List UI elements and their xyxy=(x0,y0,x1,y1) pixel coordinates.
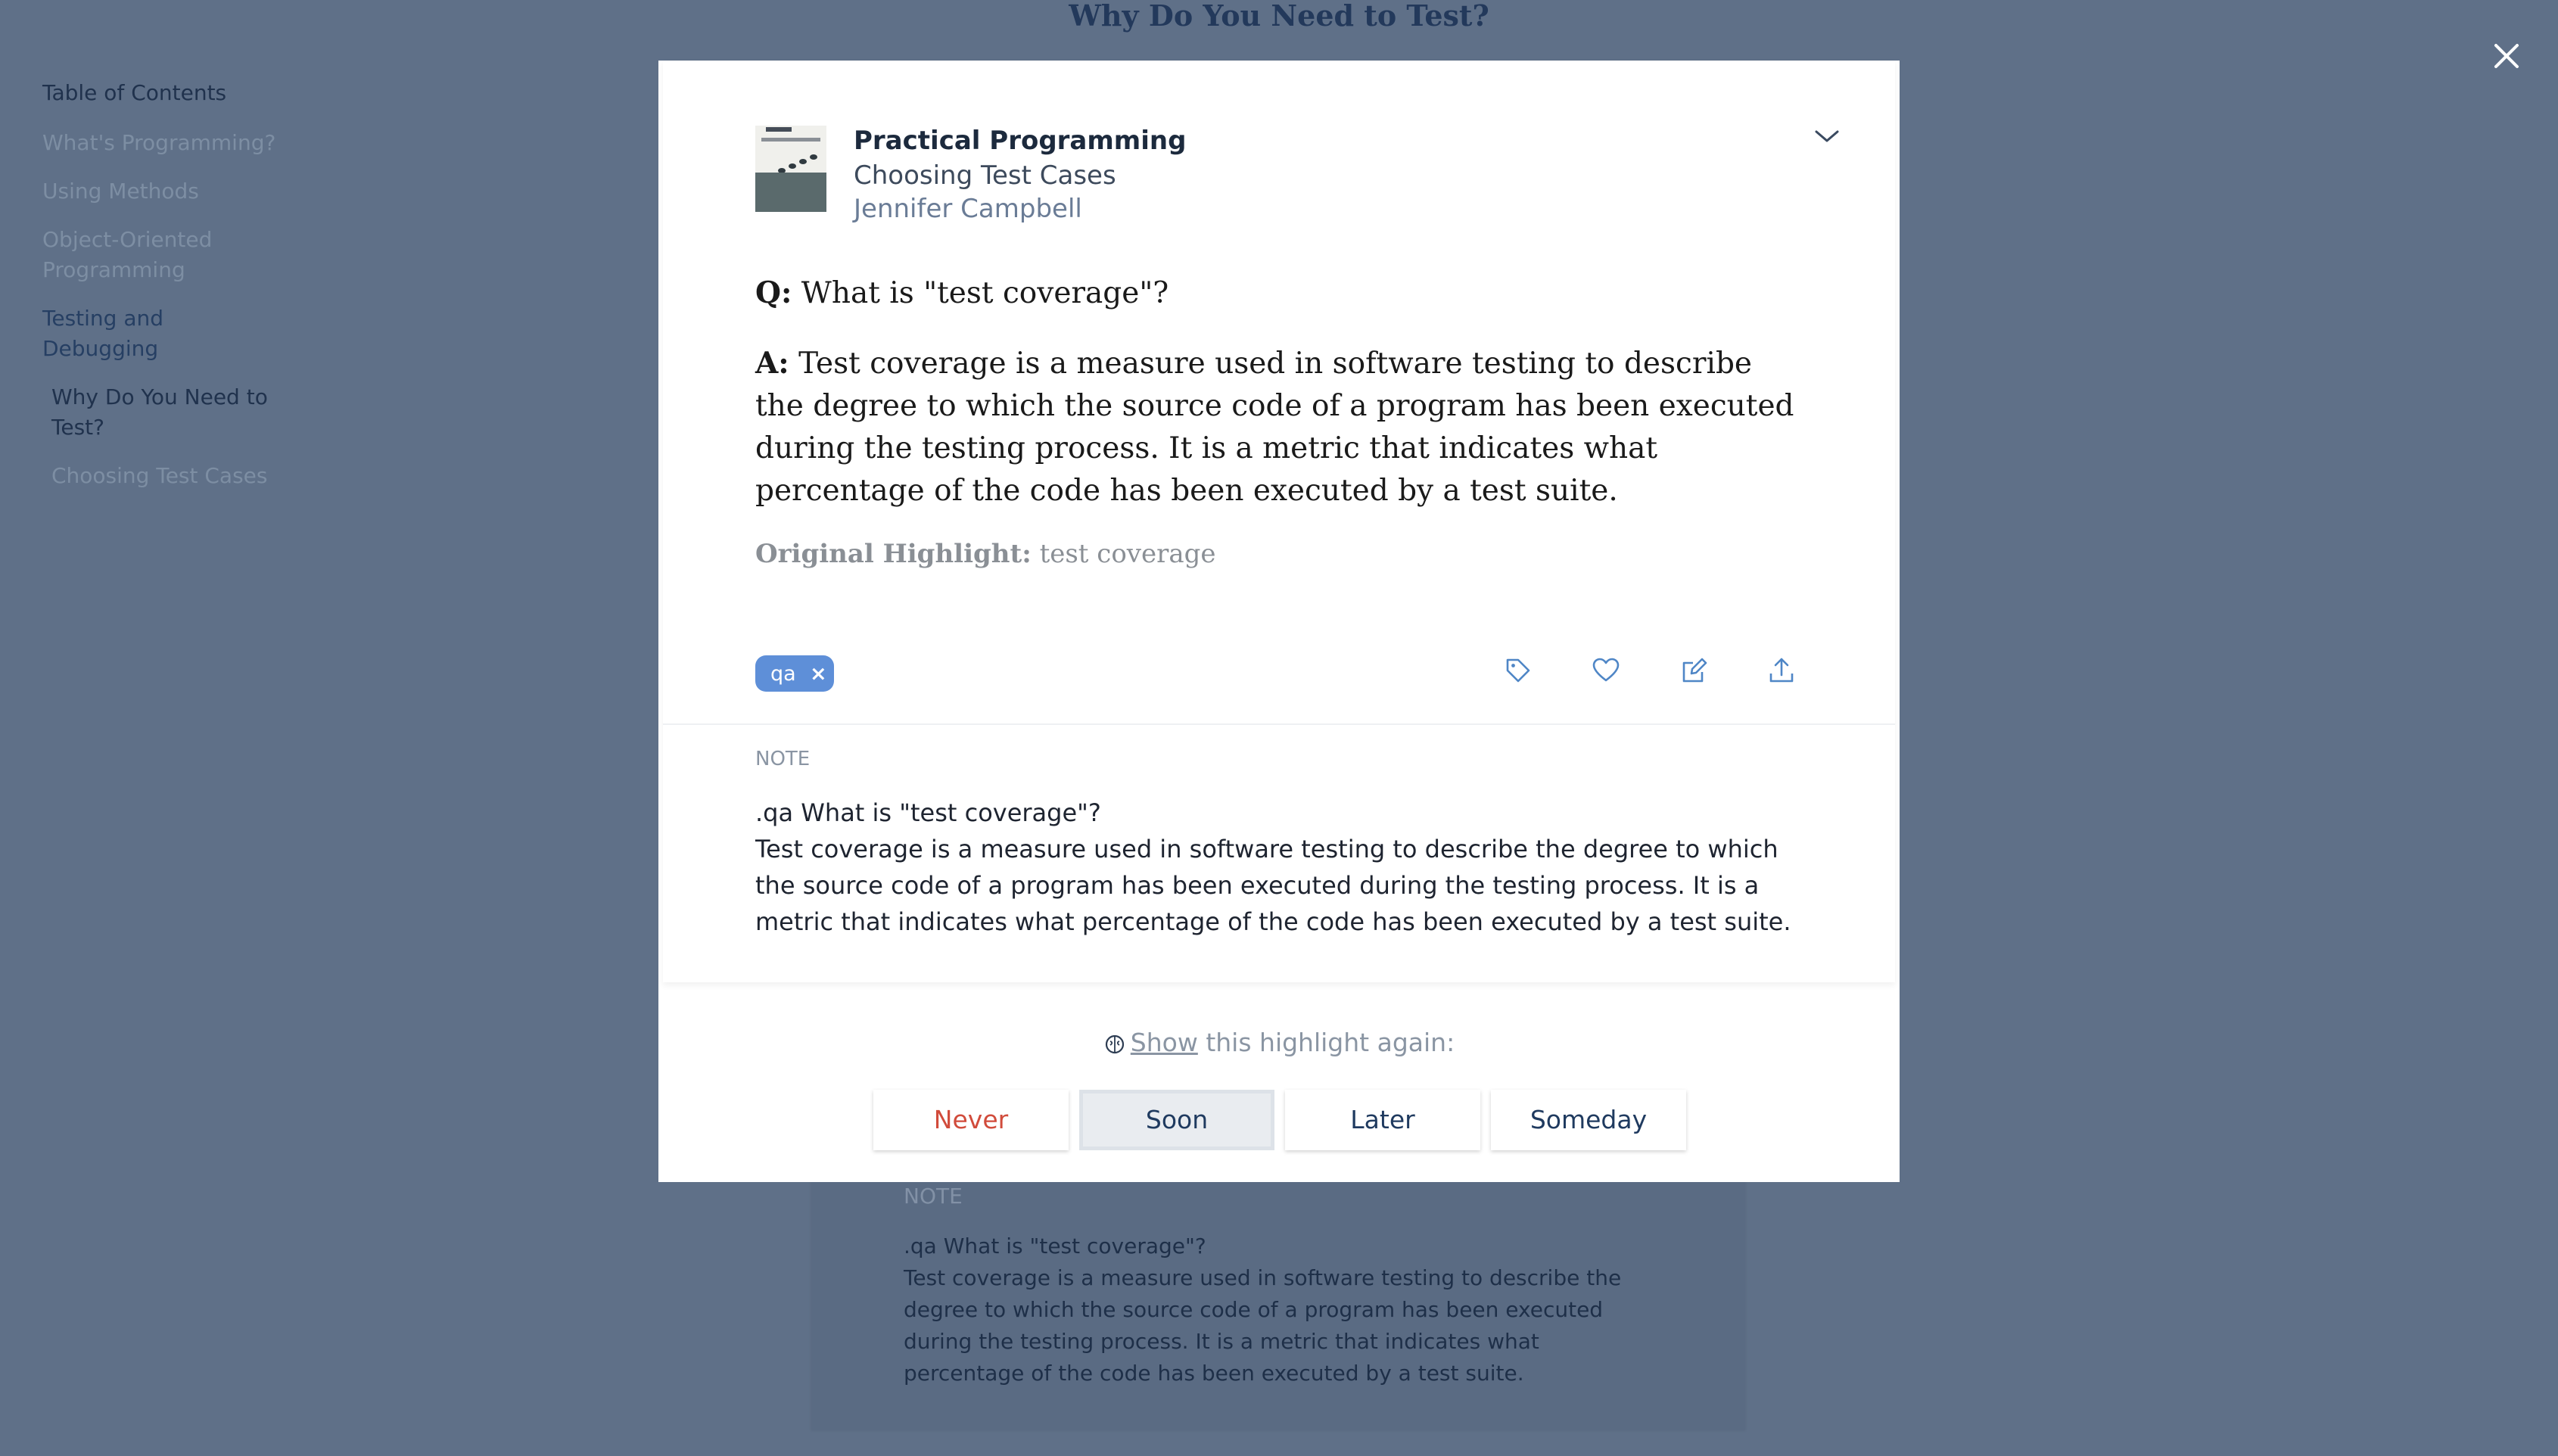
question-text: What is "test coverage"? xyxy=(801,276,1169,310)
never-button[interactable]: Never xyxy=(873,1090,1069,1150)
table-of-contents: Table of Contents What's Programming? Us… xyxy=(42,80,285,509)
toc-item-using-methods[interactable]: Using Methods xyxy=(42,176,285,207)
background-note-label: NOTE xyxy=(904,1184,963,1209)
someday-button[interactable]: Someday xyxy=(1491,1090,1686,1150)
note-label: NOTE xyxy=(755,748,811,770)
original-highlight-text: test coverage xyxy=(1039,539,1216,569)
toc-item-testing-and-debugging[interactable]: Testing and Debugging xyxy=(42,303,285,364)
toc-item-choosing-test-cases[interactable]: Choosing Test Cases xyxy=(42,461,285,491)
book-chapter: Choosing Test Cases xyxy=(854,160,1116,191)
soon-button[interactable]: Soon xyxy=(1079,1090,1274,1150)
show-again-prompt: Show this highlight again: xyxy=(658,1028,1900,1057)
show-suffix: this highlight again: xyxy=(1197,1028,1455,1057)
share-icon[interactable] xyxy=(1766,655,1797,686)
answer: A: Test coverage is a measure used in so… xyxy=(755,342,1800,512)
book-cover xyxy=(755,126,826,212)
remove-tag-button[interactable]: × xyxy=(810,662,827,686)
background-title: Why Do You Need to Test? xyxy=(1069,0,1489,33)
question-prefix: Q: xyxy=(755,275,792,310)
note-text[interactable]: .qa What is "test coverage"? Test covera… xyxy=(755,795,1792,940)
toc-item-object-oriented-programming[interactable]: Object-Oriented Programming xyxy=(42,225,232,285)
tag-pill-qa[interactable]: qa × xyxy=(755,655,834,692)
book-author: Jennifer Campbell xyxy=(854,194,1082,224)
show-link[interactable]: Show xyxy=(1131,1028,1198,1057)
original-highlight-label: Original Highlight: xyxy=(755,539,1032,569)
answer-text: Test coverage is a measure used in softw… xyxy=(755,347,1794,508)
answer-prefix: A: xyxy=(755,346,789,381)
book-title: Practical Programming xyxy=(854,126,1187,156)
highlight-review-modal: Practical Programming Choosing Test Case… xyxy=(658,61,1900,1182)
card-divider xyxy=(663,723,1895,725)
later-button[interactable]: Later xyxy=(1285,1090,1480,1150)
heart-icon[interactable] xyxy=(1591,655,1621,686)
toc-heading: Table of Contents xyxy=(42,80,227,105)
tag-label: qa xyxy=(770,662,796,686)
edit-icon[interactable] xyxy=(1679,655,1710,686)
brain-icon xyxy=(1105,1034,1124,1054)
tag-icon[interactable] xyxy=(1503,655,1533,686)
question: Q: What is "test coverage"? xyxy=(755,275,1169,310)
highlight-card: Practical Programming Choosing Test Case… xyxy=(663,61,1895,982)
background-highlight-card: NOTE .qa What is "test coverage"? Test c… xyxy=(811,1158,1745,1430)
original-highlight: Original Highlight: test coverage xyxy=(755,539,1216,569)
chevron-down-icon[interactable] xyxy=(1813,127,1841,145)
close-icon[interactable] xyxy=(2490,39,2523,73)
toc-item-whats-programming[interactable]: What's Programming? xyxy=(42,128,285,158)
background-note-text: .qa What is "test coverage"? Test covera… xyxy=(904,1234,1622,1386)
toc-item-why-do-you-need-to-test[interactable]: Why Do You Need to Test? xyxy=(42,382,285,443)
